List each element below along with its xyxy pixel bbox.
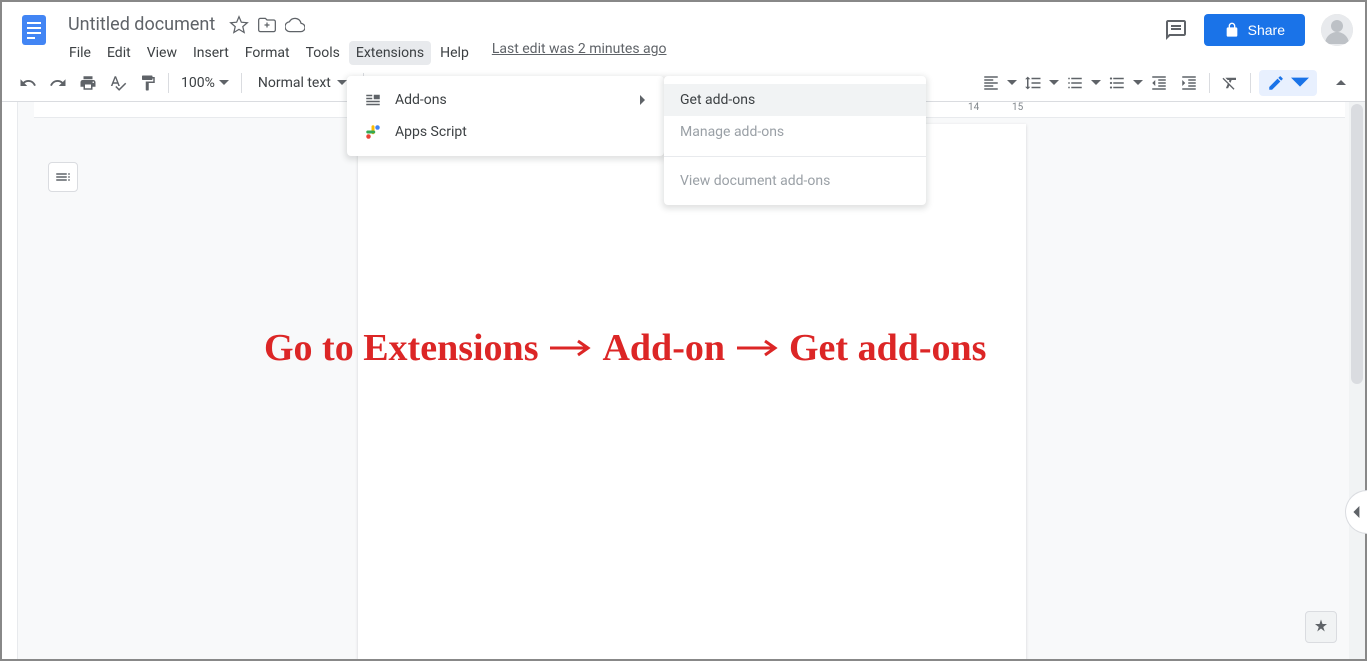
submenu-arrow-icon: [638, 95, 648, 105]
undo-button[interactable]: [14, 69, 42, 97]
menu-view[interactable]: View: [140, 41, 184, 65]
pencil-icon: [1267, 74, 1285, 92]
ruler-vertical[interactable]: [2, 102, 18, 659]
comment-history-icon[interactable]: [1164, 18, 1188, 42]
arrow-icon: [735, 338, 779, 358]
apps-script-label: Apps Script: [395, 124, 648, 140]
ruler-num: 14: [968, 102, 979, 113]
last-edit-link[interactable]: Last edit was 2 minutes ago: [492, 41, 667, 65]
document-title[interactable]: Untitled document: [62, 12, 221, 37]
annotation-text-2: Add-on: [602, 326, 725, 370]
menu-insert[interactable]: Insert: [186, 41, 236, 65]
line-spacing-button[interactable]: [1019, 69, 1047, 97]
checklist-button[interactable]: [1061, 69, 1089, 97]
apps-script-icon: [363, 122, 383, 142]
docs-logo[interactable]: [14, 10, 54, 50]
extensions-menu: Add-ons Apps Script: [347, 76, 664, 156]
clear-formatting-button[interactable]: [1216, 69, 1244, 97]
submenu-separator: [664, 156, 926, 157]
menu-item-apps-script[interactable]: Apps Script: [347, 116, 664, 148]
menubar: File Edit View Insert Format Tools Exten…: [62, 39, 1164, 65]
spellcheck-button[interactable]: [104, 69, 132, 97]
scroll-thumb[interactable]: [1351, 104, 1363, 384]
indent-decrease-button[interactable]: [1145, 69, 1173, 97]
menu-extensions[interactable]: Extensions: [349, 41, 431, 65]
align-button[interactable]: [977, 69, 1005, 97]
menu-file[interactable]: File: [62, 41, 98, 65]
zoom-value: 100%: [181, 75, 215, 91]
style-value: Normal text: [258, 75, 331, 91]
ruler-num: 15: [1012, 102, 1023, 113]
submenu-manage-addons[interactable]: Manage add-ons: [664, 116, 926, 148]
menu-help[interactable]: Help: [433, 41, 476, 65]
star-icon[interactable]: [229, 15, 249, 35]
chevron-down-icon: [1291, 74, 1309, 92]
indent-increase-button[interactable]: [1175, 69, 1203, 97]
account-avatar[interactable]: [1321, 14, 1353, 46]
share-label: Share: [1248, 22, 1285, 38]
menu-item-addons[interactable]: Add-ons: [347, 84, 664, 116]
document-outline-button[interactable]: [48, 162, 78, 192]
editing-mode-button[interactable]: [1259, 70, 1317, 96]
move-icon[interactable]: [257, 15, 277, 35]
header: Untitled document File Edit View Insert …: [2, 2, 1365, 65]
addons-submenu: Get add-ons Manage add-ons View document…: [664, 76, 926, 205]
manage-addons-label: Manage add-ons: [680, 124, 784, 140]
arrow-icon: [548, 338, 592, 358]
annotation-overlay: Go to Extensions Add-on Get add-ons: [264, 326, 986, 370]
print-button[interactable]: [74, 69, 102, 97]
menu-edit[interactable]: Edit: [100, 41, 138, 65]
zoom-select[interactable]: 100%: [175, 71, 235, 95]
menu-tools[interactable]: Tools: [299, 41, 347, 65]
get-addons-label: Get add-ons: [680, 92, 755, 108]
annotation-text-3: Get add-ons: [789, 326, 986, 370]
cloud-saved-icon[interactable]: [285, 15, 305, 35]
view-doc-addons-label: View document add-ons: [680, 173, 830, 189]
vertical-scrollbar[interactable]: [1349, 102, 1365, 659]
submenu-get-addons[interactable]: Get add-ons: [664, 84, 926, 116]
paint-format-button[interactable]: [134, 69, 162, 97]
bulleted-list-button[interactable]: [1103, 69, 1131, 97]
addons-icon: [363, 90, 383, 110]
collapse-toolbar-button[interactable]: [1329, 71, 1353, 95]
redo-button[interactable]: [44, 69, 72, 97]
submenu-view-document-addons[interactable]: View document add-ons: [664, 165, 926, 197]
share-button[interactable]: Share: [1204, 14, 1305, 46]
menu-format[interactable]: Format: [238, 41, 297, 65]
annotation-text-1: Go to Extensions: [264, 326, 538, 370]
explore-button[interactable]: [1305, 611, 1337, 643]
addons-label: Add-ons: [395, 92, 638, 108]
style-select[interactable]: Normal text: [248, 71, 357, 95]
